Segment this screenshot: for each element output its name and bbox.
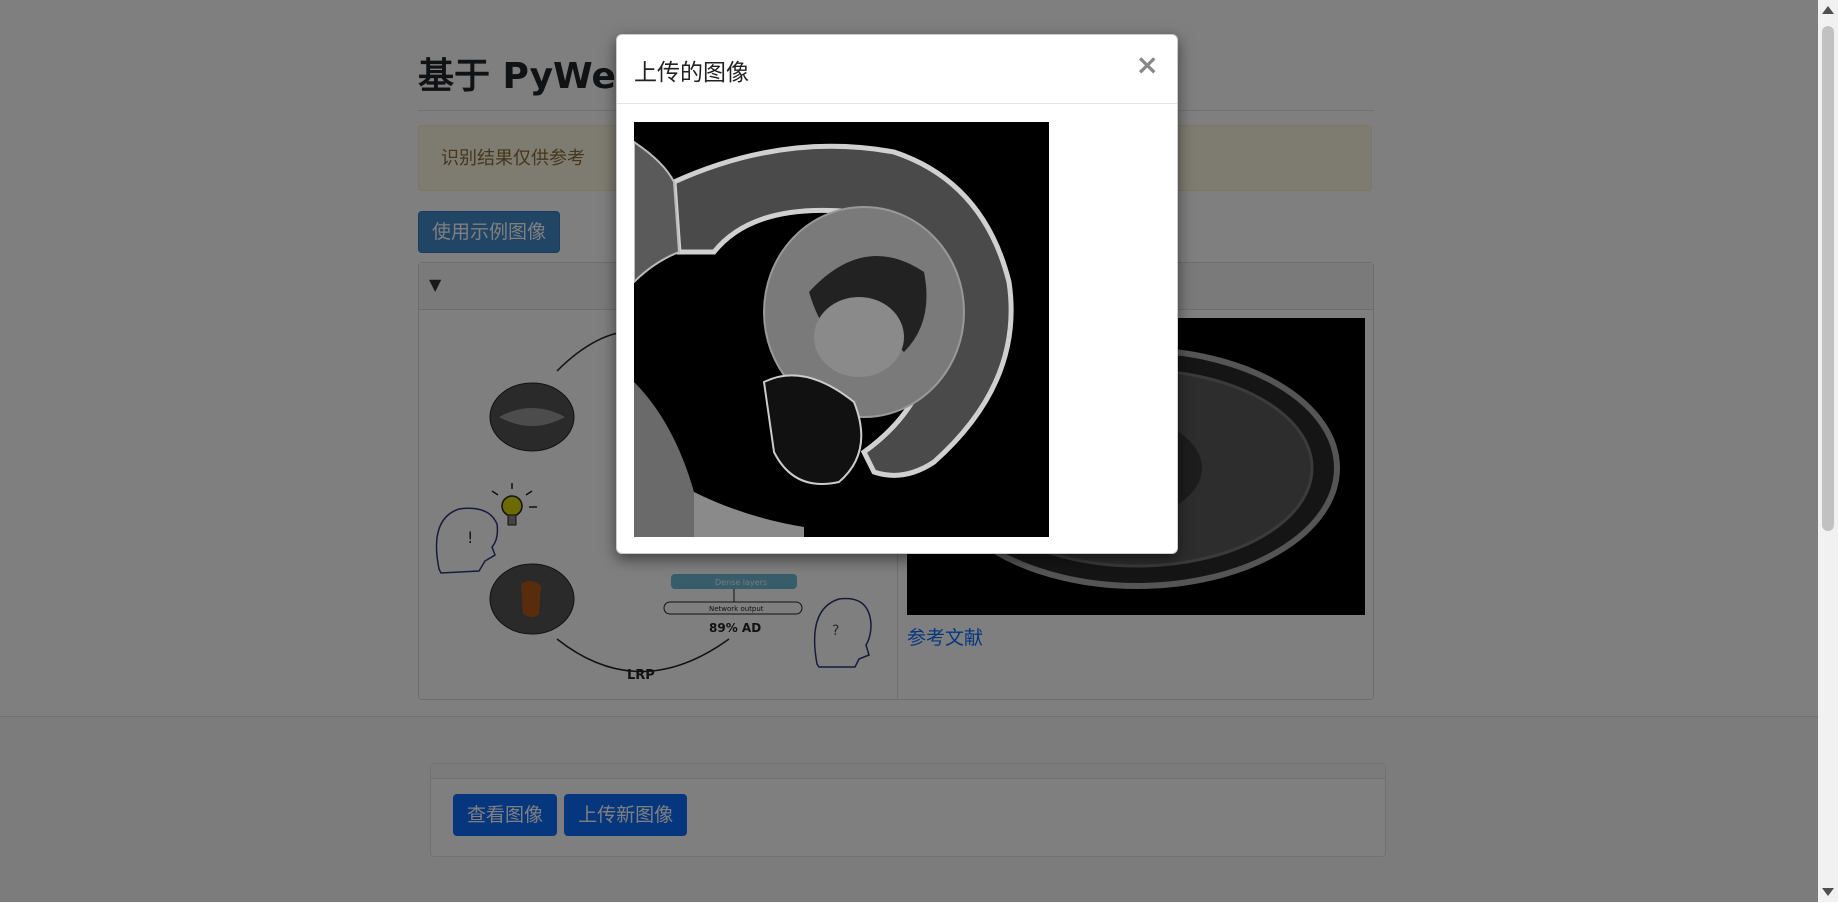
modal-title: 上传的图像 [634, 60, 749, 86]
modal-header: 上传的图像 × [617, 35, 1177, 104]
scroll-up-arrow-icon[interactable] [1822, 6, 1834, 14]
sagittal-mri-svg [634, 140, 1014, 537]
close-icon[interactable]: × [1136, 49, 1159, 81]
sagittal-mri-image [634, 122, 1049, 537]
scroll-down-arrow-icon[interactable] [1822, 888, 1834, 896]
scrollbar-thumb[interactable] [1822, 26, 1834, 531]
uploaded-image-modal: 上传的图像 × [616, 34, 1178, 554]
vertical-scrollbar[interactable] [1818, 0, 1838, 902]
